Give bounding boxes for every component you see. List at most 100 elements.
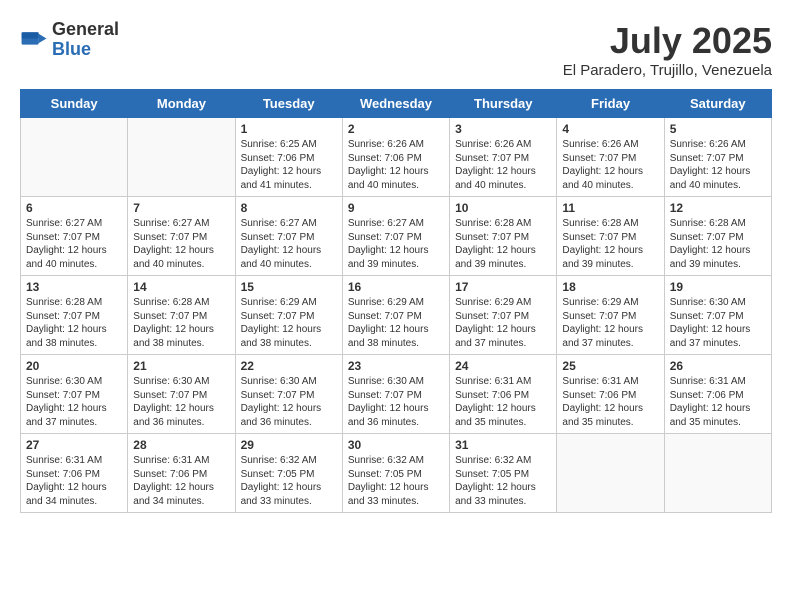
day-info: Sunrise: 6:31 AM Sunset: 7:06 PM Dayligh… [133, 454, 229, 508]
day-info: Sunrise: 6:28 AM Sunset: 7:07 PM Dayligh… [455, 217, 551, 271]
day-number: 18 [562, 280, 658, 294]
calendar-cell: 1 Sunrise: 6:25 AM Sunset: 7:06 PM Daylig… [235, 118, 342, 197]
calendar-cell: 26 Sunrise: 6:31 AM Sunset: 7:06 PM Dayli… [664, 355, 771, 434]
page-header: General Blue July 2025 El Paradero, Truj… [20, 20, 772, 79]
day-number: 13 [26, 280, 122, 294]
day-info: Sunrise: 6:30 AM Sunset: 7:07 PM Dayligh… [670, 296, 766, 350]
calendar-cell [557, 434, 664, 513]
day-number: 14 [133, 280, 229, 294]
calendar-cell: 9 Sunrise: 6:27 AM Sunset: 7:07 PM Daylig… [342, 197, 449, 276]
calendar-cell: 2Sunrise: 6:26 AM Sunset: 7:06 PM Daylig… [342, 118, 449, 197]
day-info: Sunrise: 6:30 AM Sunset: 7:07 PM Dayligh… [241, 375, 337, 429]
calendar-cell: 31 Sunrise: 6:32 AM Sunset: 7:05 PM Dayli… [450, 434, 557, 513]
day-info: Sunrise: 6:31 AM Sunset: 7:06 PM Dayligh… [670, 375, 766, 429]
day-info: Sunrise: 6:31 AM Sunset: 7:06 PM Dayligh… [26, 454, 122, 508]
day-info: Sunrise: 6:30 AM Sunset: 7:07 PM Dayligh… [133, 375, 229, 429]
day-number: 21 [133, 359, 229, 373]
day-of-week-wednesday: Wednesday [342, 90, 449, 118]
day-of-week-tuesday: Tuesday [235, 90, 342, 118]
day-number: 31 [455, 438, 551, 452]
calendar-week-row: 1 Sunrise: 6:25 AM Sunset: 7:06 PM Daylig… [21, 118, 772, 197]
month-title: July 2025 [563, 20, 772, 62]
logo: General Blue [20, 20, 119, 60]
day-info: Sunrise: 6:30 AM Sunset: 7:07 PM Dayligh… [26, 375, 122, 429]
day-info: Sunrise: 6:27 AM Sunset: 7:07 PM Dayligh… [241, 217, 337, 271]
day-number: 30 [348, 438, 444, 452]
logo-icon [20, 26, 48, 54]
logo-text: General Blue [52, 20, 119, 60]
day-number: 12 [670, 201, 766, 215]
day-info: Sunrise: 6:26 AM Sunset: 7:07 PM Dayligh… [670, 138, 766, 192]
day-of-week-thursday: Thursday [450, 90, 557, 118]
day-info: Sunrise: 6:29 AM Sunset: 7:07 PM Dayligh… [455, 296, 551, 350]
day-number: 7 [133, 201, 229, 215]
calendar-cell [128, 118, 235, 197]
calendar-cell [664, 434, 771, 513]
day-info: Sunrise: 6:31 AM Sunset: 7:06 PM Dayligh… [562, 375, 658, 429]
calendar-cell: 20 Sunrise: 6:30 AM Sunset: 7:07 PM Dayli… [21, 355, 128, 434]
day-info: Sunrise: 6:32 AM Sunset: 7:05 PM Dayligh… [241, 454, 337, 508]
day-info: Sunrise: 6:29 AM Sunset: 7:07 PM Dayligh… [241, 296, 337, 350]
day-of-week-monday: Monday [128, 90, 235, 118]
day-info: Sunrise: 6:32 AM Sunset: 7:05 PM Dayligh… [455, 454, 551, 508]
calendar-cell: 21 Sunrise: 6:30 AM Sunset: 7:07 PM Dayli… [128, 355, 235, 434]
calendar-cell: 13 Sunrise: 6:28 AM Sunset: 7:07 PM Dayli… [21, 276, 128, 355]
day-info: Sunrise: 6:26 AM Sunset: 7:07 PM Dayligh… [562, 138, 658, 192]
day-number: 9 [348, 201, 444, 215]
calendar-cell: 16Sunrise: 6:29 AM Sunset: 7:07 PM Dayli… [342, 276, 449, 355]
day-of-week-saturday: Saturday [664, 90, 771, 118]
day-number: 29 [241, 438, 337, 452]
calendar-cell: 30 Sunrise: 6:32 AM Sunset: 7:05 PM Dayli… [342, 434, 449, 513]
location: El Paradero, Trujillo, Venezuela [563, 62, 772, 79]
calendar-cell: 14Sunrise: 6:28 AM Sunset: 7:07 PM Dayli… [128, 276, 235, 355]
calendar-cell: 18 Sunrise: 6:29 AM Sunset: 7:07 PM Dayli… [557, 276, 664, 355]
day-number: 15 [241, 280, 337, 294]
day-info: Sunrise: 6:28 AM Sunset: 7:07 PM Dayligh… [562, 217, 658, 271]
calendar-week-row: 20 Sunrise: 6:30 AM Sunset: 7:07 PM Dayli… [21, 355, 772, 434]
calendar-cell: 5 Sunrise: 6:26 AM Sunset: 7:07 PM Daylig… [664, 118, 771, 197]
calendar-cell: 11 Sunrise: 6:28 AM Sunset: 7:07 PM Dayli… [557, 197, 664, 276]
day-number: 3 [455, 122, 551, 136]
day-info: Sunrise: 6:29 AM Sunset: 7:07 PM Dayligh… [562, 296, 658, 350]
day-number: 25 [562, 359, 658, 373]
calendar-cell: 3Sunrise: 6:26 AM Sunset: 7:07 PM Daylig… [450, 118, 557, 197]
day-of-week-sunday: Sunday [21, 90, 128, 118]
day-number: 5 [670, 122, 766, 136]
logo-blue: Blue [52, 40, 119, 60]
calendar-cell [21, 118, 128, 197]
calendar-cell: 10Sunrise: 6:28 AM Sunset: 7:07 PM Dayli… [450, 197, 557, 276]
calendar-cell: 7Sunrise: 6:27 AM Sunset: 7:07 PM Daylig… [128, 197, 235, 276]
calendar-week-row: 27Sunrise: 6:31 AM Sunset: 7:06 PM Dayli… [21, 434, 772, 513]
day-of-week-friday: Friday [557, 90, 664, 118]
day-info: Sunrise: 6:28 AM Sunset: 7:07 PM Dayligh… [26, 296, 122, 350]
day-number: 1 [241, 122, 337, 136]
calendar-cell: 15 Sunrise: 6:29 AM Sunset: 7:07 PM Dayli… [235, 276, 342, 355]
calendar-cell: 6 Sunrise: 6:27 AM Sunset: 7:07 PM Daylig… [21, 197, 128, 276]
calendar-cell: 23Sunrise: 6:30 AM Sunset: 7:07 PM Dayli… [342, 355, 449, 434]
calendar-cell: 29 Sunrise: 6:32 AM Sunset: 7:05 PM Dayli… [235, 434, 342, 513]
day-number: 16 [348, 280, 444, 294]
calendar-cell: 25 Sunrise: 6:31 AM Sunset: 7:06 PM Dayli… [557, 355, 664, 434]
calendar-cell: 28Sunrise: 6:31 AM Sunset: 7:06 PM Dayli… [128, 434, 235, 513]
calendar-week-row: 13 Sunrise: 6:28 AM Sunset: 7:07 PM Dayli… [21, 276, 772, 355]
day-number: 11 [562, 201, 658, 215]
day-number: 8 [241, 201, 337, 215]
day-number: 24 [455, 359, 551, 373]
day-number: 22 [241, 359, 337, 373]
calendar-cell: 4Sunrise: 6:26 AM Sunset: 7:07 PM Daylig… [557, 118, 664, 197]
day-info: Sunrise: 6:32 AM Sunset: 7:05 PM Dayligh… [348, 454, 444, 508]
day-number: 26 [670, 359, 766, 373]
day-number: 19 [670, 280, 766, 294]
calendar-cell: 12Sunrise: 6:28 AM Sunset: 7:07 PM Dayli… [664, 197, 771, 276]
day-number: 20 [26, 359, 122, 373]
day-info: Sunrise: 6:31 AM Sunset: 7:06 PM Dayligh… [455, 375, 551, 429]
day-info: Sunrise: 6:27 AM Sunset: 7:07 PM Dayligh… [26, 217, 122, 271]
calendar-cell: 24 Sunrise: 6:31 AM Sunset: 7:06 PM Dayli… [450, 355, 557, 434]
logo-general: General [52, 20, 119, 40]
day-number: 6 [26, 201, 122, 215]
day-info: Sunrise: 6:27 AM Sunset: 7:07 PM Dayligh… [348, 217, 444, 271]
day-number: 17 [455, 280, 551, 294]
day-info: Sunrise: 6:25 AM Sunset: 7:06 PM Dayligh… [241, 138, 337, 192]
calendar-header-row: SundayMondayTuesdayWednesdayThursdayFrid… [21, 90, 772, 118]
calendar-week-row: 6 Sunrise: 6:27 AM Sunset: 7:07 PM Daylig… [21, 197, 772, 276]
